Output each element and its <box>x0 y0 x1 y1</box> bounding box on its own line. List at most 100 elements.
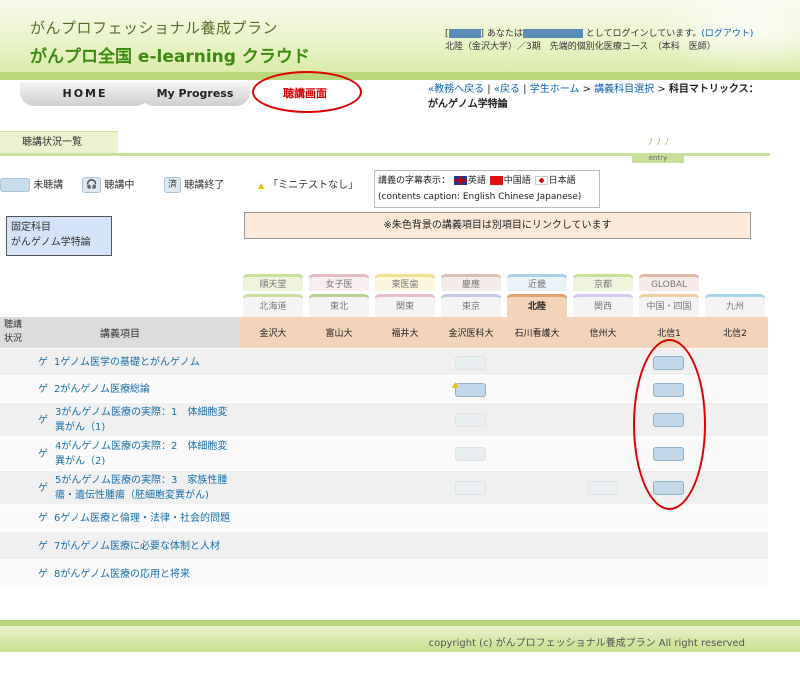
lecture-title-line: 異がん（2) <box>55 456 106 467</box>
region-tab[interactable]: 東医歯 <box>374 274 436 291</box>
lecture-prefix: ゲ <box>38 483 48 494</box>
logout-link[interactable]: (ログアウト) <box>701 29 753 39</box>
region-tab[interactable]: 関西 <box>572 294 634 317</box>
header-divider <box>0 72 800 80</box>
course-header: 講義項目 <box>100 329 140 340</box>
column-label: 石川看護大 <box>514 329 560 339</box>
subject-select-link[interactable]: 講義科目選択 <box>594 84 654 95</box>
lecture-title-line: 8がんゲノム医療の応用と将来 <box>54 568 191 580</box>
lecture-title-line: 4がんゲノム医療の実際：2 体細胞変 <box>55 441 228 452</box>
lecture-title-line: 2がんゲノム医療総論 <box>54 384 151 395</box>
lecture-title[interactable]: ゲ 2がんゲノム医療総論 <box>38 382 150 397</box>
student-home-link[interactable]: 学生ホーム <box>530 84 580 95</box>
legend-watching: 🎧 聴講中 <box>82 176 134 196</box>
column-label: 金沢医科大 <box>448 329 494 339</box>
legend-label: 未聴講 <box>33 180 64 191</box>
lecture-title-line: 7がんゲノム医療に必要な体制と人材 <box>54 540 221 552</box>
lecture-prefix: ゲ <box>38 357 48 368</box>
lecture-title-line: 5がんゲノム医療の実際：3 家族性腫 <box>55 475 228 486</box>
legend-label: 聴講中 <box>104 180 135 191</box>
unwatched-icon <box>0 178 30 192</box>
lecture-title[interactable]: ゲ 1ゲノム医学の基礎とがんゲノム <box>38 355 200 370</box>
course-info: 北陸（金沢大学）／3期 先端的個別化医療コース （本科 医師） <box>445 42 716 52</box>
column-label: 北信2 <box>723 329 747 339</box>
link-note: ※朱色背景の講義項目は別項目にリンクしています <box>244 212 751 239</box>
brand-subtitle: がんプロ全国 e-learning クラウド <box>30 47 310 67</box>
caption-cn[interactable]: 中国語 <box>504 176 531 186</box>
triangle-icon: ▲ <box>258 181 265 190</box>
lecture-title[interactable]: ゲ 5がんゲノム医療の実際：3 家族性腫 瘍・遺伝性腫瘍（胚細胞変異がん) <box>38 473 227 503</box>
lecture-title-line: 1ゲノム医学の基礎とがんゲノム <box>54 357 200 368</box>
lecture-title[interactable]: ゲ 6ゲノム医療と倫理・法律・社会的問題 <box>38 511 230 526</box>
user-mid: ] あなたは <box>480 29 523 39</box>
lecture-title[interactable]: ゲ 4がんゲノム医療の実際：2 体細胞変 異がん（2) <box>38 439 227 469</box>
region-tab[interactable]: 中国・四国 <box>638 294 700 317</box>
caption-box: 講義の字幕表示： 英語 中国語 日本語 (contents caption: E… <box>374 170 600 208</box>
lecture-title[interactable]: ゲ 8がんゲノム医療の応用と将来 <box>38 567 190 582</box>
nav-home[interactable]: HOME <box>20 82 150 106</box>
region-tab[interactable]: 関東 <box>374 294 436 317</box>
region-tab[interactable]: GLOBAL <box>638 274 700 291</box>
region-tab[interactable]: 北海道 <box>242 294 304 317</box>
table-row: ゲ 6ゲノム医療と倫理・法律・社会的問題 <box>0 505 768 532</box>
lecture-cell[interactable] <box>455 382 486 397</box>
region-tab[interactable]: 京都 <box>572 274 634 291</box>
breadcrumb-subject: がんゲノム学特論 <box>428 99 508 110</box>
uk-flag-icon[interactable] <box>453 176 467 185</box>
lecture-title[interactable]: ゲ 7がんゲノム医療に必要な体制と人材 <box>38 539 220 554</box>
caption-subtitle: (contents caption: English Chinese Japan… <box>378 192 582 202</box>
jp-flag-icon[interactable] <box>534 176 548 185</box>
legend-label: 「ミニテストなし」 <box>268 180 359 191</box>
nav-my-progress[interactable]: My Progress <box>140 82 250 106</box>
column-label: 福井大 <box>391 329 419 339</box>
cn-flag-icon[interactable] <box>489 176 503 185</box>
lecture-title[interactable]: ゲ 3がんゲノム医療の実際：1 体細胞変 異がん（1) <box>38 405 227 435</box>
headphone-icon: 🎧 <box>82 177 102 193</box>
user-info: [] あなたは としてログインしています。(ログアウト) 北陸（金沢大学）／3期… <box>445 28 775 54</box>
lecture-cell[interactable] <box>455 447 486 461</box>
breadcrumb-sep: | <box>484 84 494 95</box>
back-to-teacher-link[interactable]: «教務へ戻る <box>428 84 484 95</box>
column-label: 富山大 <box>325 329 353 339</box>
lecture-cell[interactable] <box>455 355 486 370</box>
legend-done: 済 聴講終了 <box>164 176 224 196</box>
copyright: copyright (c) がんプロフェッショナル養成プラン All right… <box>428 638 745 649</box>
table-row: ゲ 8がんゲノム医療の応用と将来 <box>0 560 768 588</box>
breadcrumb: «教務へ戻る | «戻る | 学生ホーム > 講義科目選択 > 科目マトリックス… <box>428 82 778 112</box>
region-tab[interactable]: 九州 <box>704 294 766 317</box>
legend-no-minitest: ▲ 「ミニテストなし」 <box>258 176 358 196</box>
highlight-circle-nav <box>252 71 362 113</box>
breadcrumb-arrow: > <box>654 84 669 95</box>
column-label: 信州大 <box>589 329 617 339</box>
lecture-prefix: ゲ <box>38 540 48 552</box>
table-row: ゲ 7がんゲノム医療に必要な体制と人材 <box>0 532 768 560</box>
lecture-prefix: ゲ <box>38 513 48 524</box>
region-tab[interactable]: 東京 <box>440 294 502 317</box>
lecture-cell[interactable] <box>455 413 486 427</box>
region-tab[interactable]: 北陸 <box>506 294 568 317</box>
region-tab[interactable]: 順天堂 <box>242 274 304 291</box>
lecture-cell[interactable] <box>587 481 618 495</box>
masked-name <box>522 29 583 38</box>
status-header-text: 聴講 状況 <box>4 320 23 344</box>
breadcrumb-arrow: > <box>579 84 595 95</box>
region-tab[interactable]: 女子医 <box>308 274 370 291</box>
caption-jp[interactable]: 日本語 <box>549 176 576 186</box>
lecture-prefix: ゲ <box>38 384 48 395</box>
tab-attendance-list: 聴講状況一覧 <box>0 131 118 153</box>
region-tab[interactable]: 東北 <box>308 294 370 317</box>
region-tab[interactable]: 慶應 <box>440 274 502 291</box>
brand-title: がんプロフェッショナル養成プラン <box>30 19 279 37</box>
legend-unwatched: 未聴講 <box>0 176 63 196</box>
done-icon: 済 <box>164 177 182 193</box>
fixed-subject-box: 固定科目 がんゲノム学特論 <box>6 216 112 256</box>
region-tab[interactable]: 近畿 <box>506 274 568 291</box>
back-link[interactable]: «戻る <box>494 84 520 95</box>
column-label: 北信1 <box>657 329 681 339</box>
breadcrumb-current: 科目マトリックス： <box>668 84 759 95</box>
lecture-prefix: ゲ <box>38 568 48 580</box>
caption-en[interactable]: 英語 <box>468 176 486 186</box>
no-minitest-icon: ▲ <box>452 380 459 389</box>
lecture-cell[interactable] <box>455 481 486 495</box>
lecture-title-line: 瘍・遺伝性腫瘍（胚細胞変異がん) <box>55 490 209 501</box>
